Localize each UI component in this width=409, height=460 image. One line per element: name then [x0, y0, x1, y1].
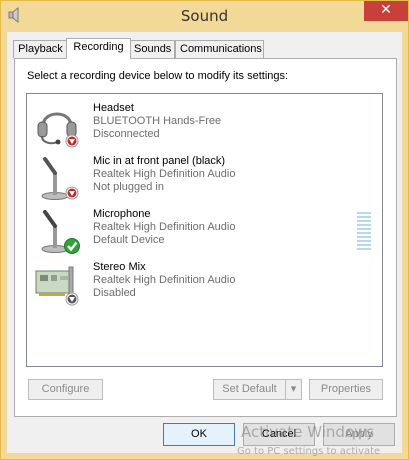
headset-icon	[37, 112, 79, 148]
device-name: Mic in at front panel (black)	[93, 155, 226, 167]
device-driver: Realtek High Definition Audio	[93, 168, 236, 180]
set-default-button[interactable]: Set Default	[213, 379, 285, 400]
dialog-body: Playback Recording Sounds Communications…	[7, 32, 402, 457]
device-status: Disabled	[93, 287, 136, 299]
device-item-stereo-mix[interactable]: Stereo Mix Realtek High Definition Audio…	[27, 257, 382, 309]
device-name: Stereo Mix	[93, 261, 146, 273]
activation-watermark-subtitle: Go to PC settings to activate	[237, 446, 381, 457]
set-default-dropdown-button[interactable]: ▾	[285, 379, 302, 400]
default-check-badge	[64, 238, 80, 254]
device-driver: Realtek High Definition Audio	[93, 274, 236, 286]
device-item-mic-front-panel[interactable]: Mic in at front panel (black) Realtek Hi…	[27, 151, 382, 203]
tab-recording[interactable]: Recording	[66, 38, 131, 59]
chevron-down-icon: ▾	[290, 383, 297, 395]
activation-watermark-title: Activate Windows	[241, 423, 375, 441]
disconnected-badge	[65, 134, 79, 148]
recording-panel: Select a recording device below to modif…	[14, 58, 397, 417]
sound-card-icon	[35, 266, 79, 306]
device-item-headset[interactable]: Headset BLUETOOTH Hands-Free Disconnecte…	[27, 98, 382, 150]
device-list[interactable]: Headset BLUETOOTH Hands-Free Disconnecte…	[26, 93, 383, 367]
disabled-badge	[65, 292, 79, 306]
properties-button[interactable]: Properties	[309, 379, 383, 400]
device-item-microphone[interactable]: Microphone Realtek High Definition Audio…	[27, 204, 382, 256]
device-status: Default Device	[93, 234, 165, 246]
ok-button[interactable]: OK	[163, 423, 235, 446]
device-driver: BLUETOOTH Hands-Free	[93, 115, 222, 127]
device-name: Headset	[93, 102, 134, 114]
device-name: Microphone	[93, 208, 151, 220]
tab-playback[interactable]: Playback	[13, 40, 68, 58]
level-meter	[357, 212, 371, 254]
sound-dialog: Sound ✕ Playback Recording Sounds Commun…	[0, 0, 409, 460]
unplugged-badge	[65, 186, 79, 200]
instruction-text: Select a recording device below to modif…	[27, 70, 289, 82]
microphone-icon	[41, 210, 80, 254]
device-status: Disconnected	[93, 128, 160, 140]
tab-communications[interactable]: Communications	[175, 40, 264, 58]
configure-button[interactable]: Configure	[28, 379, 103, 400]
microphone-icon	[41, 157, 79, 200]
close-button[interactable]: ✕	[364, 1, 408, 21]
tab-sounds[interactable]: Sounds	[129, 40, 175, 58]
window-title: Sound	[180, 7, 229, 25]
device-driver: Realtek High Definition Audio	[93, 221, 236, 233]
device-status: Not plugged in	[93, 181, 164, 193]
title-bar[interactable]: Sound ✕	[1, 1, 408, 31]
